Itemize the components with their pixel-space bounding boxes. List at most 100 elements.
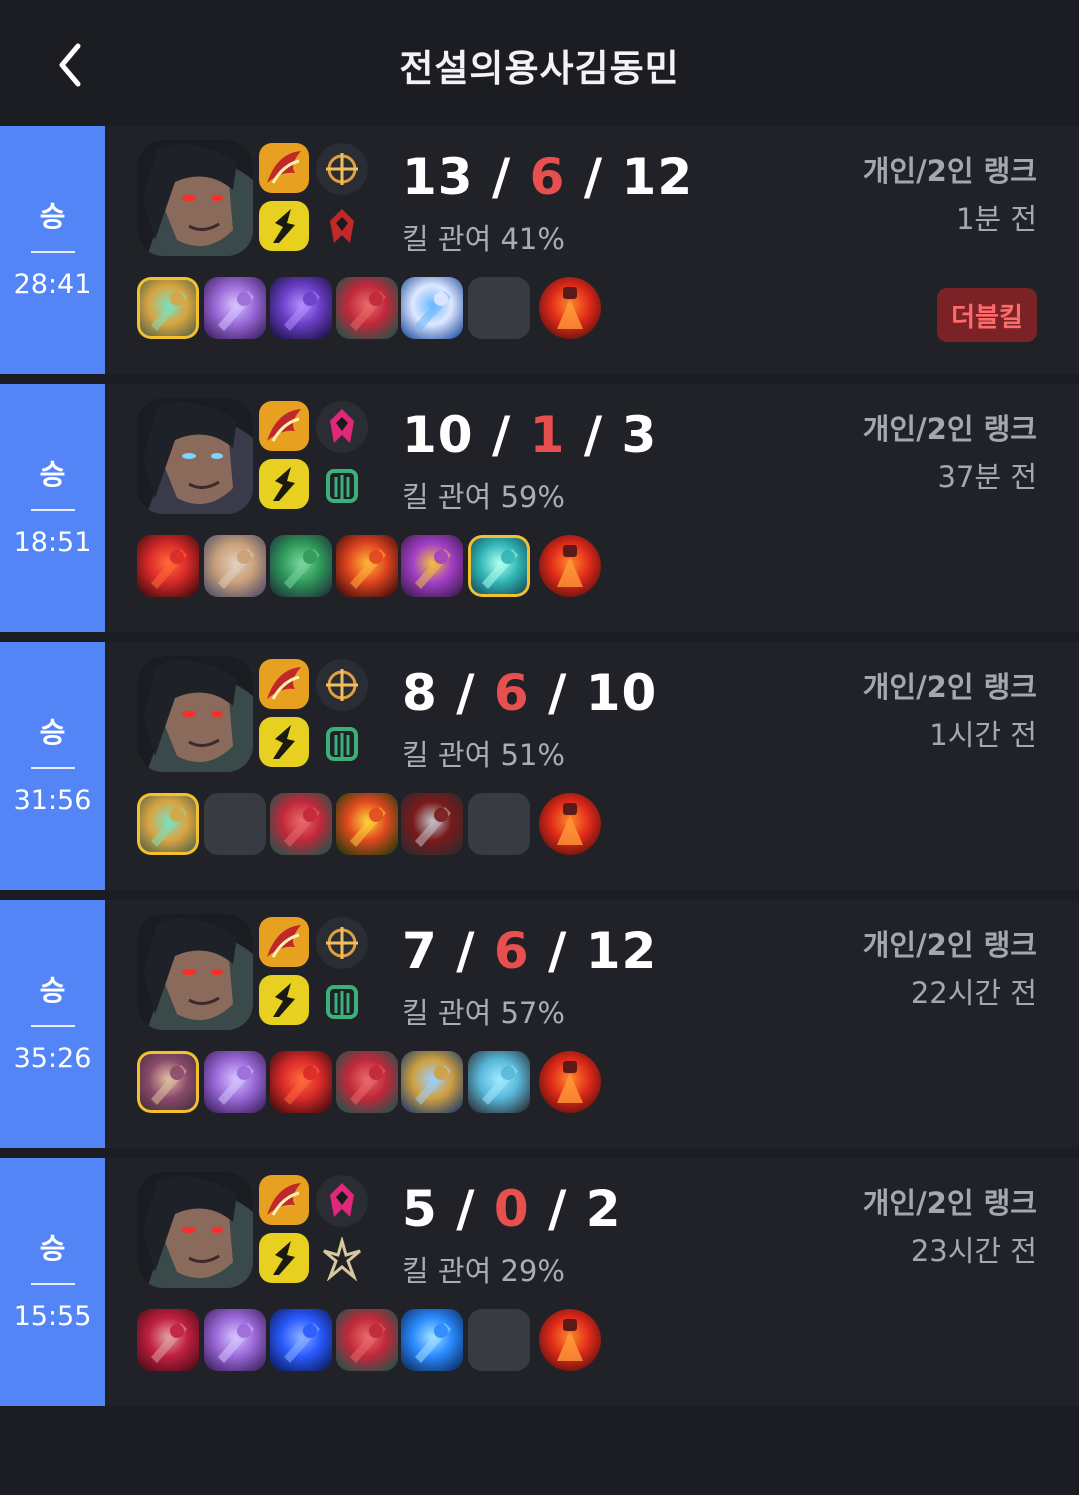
deaths: 6: [493, 664, 530, 722]
flame-spell-icon: [259, 1175, 309, 1225]
champion-portrait[interactable]: [137, 656, 253, 772]
deaths: 1: [529, 406, 566, 464]
result-indicator: 승 35:26: [0, 900, 105, 1148]
kda-separator: /: [529, 922, 586, 980]
red-ward-trinket[interactable]: [539, 1309, 601, 1371]
armor-item[interactable]: [468, 1051, 530, 1113]
result-label: 승: [39, 715, 66, 749]
empty-item-slot: [468, 793, 530, 855]
item-highlight-ring: [137, 277, 199, 339]
kda-score: 7 / 6 / 12: [402, 922, 657, 980]
champion-portrait[interactable]: [137, 1172, 253, 1288]
flash-spell-icon: [259, 1233, 309, 1283]
header: 전설의용사김동민: [0, 0, 1079, 126]
queue-type: 개인/2인 랭크: [862, 154, 1037, 188]
resolve-rune-icon: [316, 975, 368, 1027]
red-boots-item[interactable]: [270, 793, 332, 855]
red-ward-trinket[interactable]: [539, 277, 601, 339]
gold-sword-item[interactable]: [137, 277, 199, 339]
purple-blade-item[interactable]: [204, 1309, 266, 1371]
result-label: 승: [39, 1231, 66, 1265]
assists: 10: [585, 664, 658, 722]
blue-tear-item[interactable]: [270, 1309, 332, 1371]
time-ago: 22시간 전: [910, 976, 1037, 1010]
result-indicator: 승 15:55: [0, 1158, 105, 1406]
red-mushroom-item[interactable]: [137, 535, 199, 597]
kda-separator: /: [473, 406, 530, 464]
kills: 13: [402, 148, 474, 206]
assists: 12: [621, 148, 694, 206]
queue-type: 개인/2인 랭크: [862, 928, 1037, 962]
kills: 5: [402, 1180, 438, 1238]
resolve-rune-icon: [316, 717, 368, 769]
precision-rune-icon: [316, 917, 368, 969]
kda-separator: /: [529, 1180, 586, 1238]
kill-participation: 킬 관여 57%: [402, 996, 565, 1030]
shadow-item[interactable]: [270, 277, 332, 339]
flash-spell-icon: [259, 717, 309, 767]
match-card[interactable]: 승 31:56 8 / 6 / 10 킬 관여 51% 개인/2인 랭크 1시간 전: [0, 642, 1079, 890]
time-ago: 23시간 전: [910, 1234, 1037, 1268]
kill-participation: 킬 관여 41%: [402, 222, 565, 256]
result-indicator: 승 28:41: [0, 126, 105, 374]
spear-item[interactable]: [401, 1051, 463, 1113]
purple-blade-item[interactable]: [204, 277, 266, 339]
queue-type: 개인/2인 랭크: [862, 412, 1037, 446]
purple-blade-item[interactable]: [204, 1051, 266, 1113]
result-divider: [30, 1282, 75, 1285]
fire-orb-item[interactable]: [336, 535, 398, 597]
precision-rune-icon: [316, 659, 368, 711]
red-ward-trinket[interactable]: [539, 535, 601, 597]
blue-orb-item[interactable]: [401, 1309, 463, 1371]
red-boots-item[interactable]: [336, 1051, 398, 1113]
deaths: 6: [529, 148, 566, 206]
red-ward-trinket[interactable]: [539, 1051, 601, 1113]
dark-axe-item[interactable]: [401, 793, 463, 855]
green-boots-item[interactable]: [270, 535, 332, 597]
kda-score: 8 / 6 / 10: [402, 664, 657, 722]
flame-spell-icon: [259, 401, 309, 451]
red-dagger-item[interactable]: [137, 1309, 199, 1371]
purple-wing-item[interactable]: [401, 535, 463, 597]
result-divider: [30, 1024, 75, 1027]
item-highlight-ring: [137, 793, 199, 855]
flame-spell-icon: [259, 659, 309, 709]
gold-sword-item[interactable]: [137, 793, 199, 855]
game-duration: 18:51: [13, 526, 92, 558]
deaths: 6: [493, 922, 530, 980]
time-ago: 1시간 전: [929, 718, 1037, 752]
match-card[interactable]: 승 35:26 7 / 6 / 12 킬 관여 57% 개인/2인 랭크 22시간 전: [0, 900, 1079, 1148]
champion-portrait[interactable]: [137, 398, 253, 514]
flash-spell-icon: [259, 201, 309, 251]
red-boots-item[interactable]: [336, 277, 398, 339]
kda-separator: /: [529, 664, 586, 722]
champion-portrait[interactable]: [137, 914, 253, 1030]
result-label: 승: [39, 199, 66, 233]
game-duration: 15:55: [13, 1300, 92, 1332]
chain-item[interactable]: [204, 535, 266, 597]
fire-blade-item[interactable]: [336, 793, 398, 855]
blue-spear-item[interactable]: [401, 277, 463, 339]
match-list: 승 28:41 13 / 6 / 12 킬 관여 41% 개인/2인 랭크 1분 전 더블킬…: [0, 126, 1079, 1416]
assists: 3: [621, 406, 658, 464]
flash-spell-icon: [259, 459, 309, 509]
match-card[interactable]: 승 28:41 13 / 6 / 12 킬 관여 41% 개인/2인 랭크 1분 전 더블킬: [0, 126, 1079, 374]
kda-score: 5 / 0 / 2: [402, 1180, 622, 1238]
match-card[interactable]: 승 18:51 10 / 1 / 3 킬 관여 59% 개인/2인 랭크 37분 전: [0, 384, 1079, 632]
game-duration: 28:41: [13, 268, 92, 300]
kda-separator: /: [473, 148, 530, 206]
empty-item-slot: [468, 1309, 530, 1371]
red-boots-item[interactable]: [336, 1309, 398, 1371]
teal-blade-item[interactable]: [468, 535, 530, 597]
time-ago: 37분 전: [937, 460, 1037, 494]
flame-spell-icon: [259, 917, 309, 967]
bow-item[interactable]: [137, 1051, 199, 1113]
match-card[interactable]: 승 15:55 5 / 0 / 2 킬 관여 29% 개인/2인 랭크 23시간 전: [0, 1158, 1079, 1406]
red-mushroom-item[interactable]: [270, 1051, 332, 1113]
result-indicator: 승 18:51: [0, 384, 105, 632]
red-ward-trinket[interactable]: [539, 793, 601, 855]
champion-portrait[interactable]: [137, 140, 253, 256]
empty-item-slot: [204, 793, 266, 855]
kills: 10: [402, 406, 474, 464]
kill-participation: 킬 관여 29%: [402, 1254, 565, 1288]
